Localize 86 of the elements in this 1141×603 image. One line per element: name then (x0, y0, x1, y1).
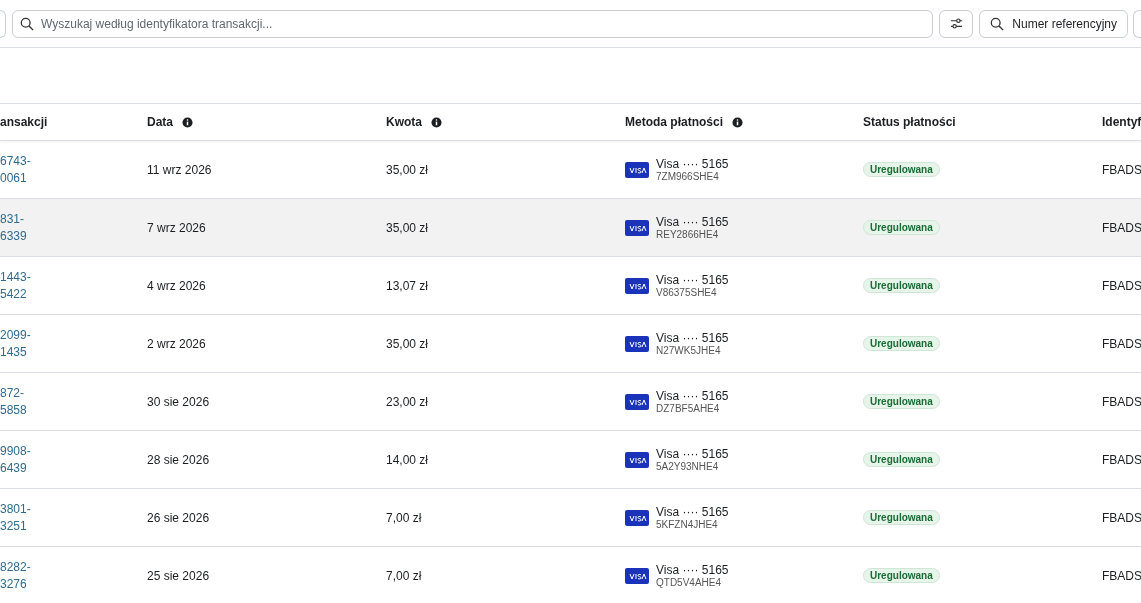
status-badge: Uregulowana (863, 394, 940, 409)
info-icon[interactable] (182, 116, 193, 128)
date-text: 7 wrz 2026 (147, 220, 206, 235)
transaction-link[interactable]: 1443- 5422 (0, 268, 31, 303)
reference-text: FBADS (1102, 568, 1141, 583)
reference-text: FBADS (1102, 220, 1141, 235)
card-reference: QTD5V4AHE4 (656, 576, 723, 589)
date-text: 11 wrz 2026 (147, 162, 212, 177)
card-name: Visa ···· 5165 (656, 330, 729, 345)
card-icon (625, 277, 649, 294)
card-name: Visa ···· 5165 (656, 504, 729, 519)
amount-text: 23,00 zł (386, 394, 429, 409)
amount-text: 14,00 zł (386, 452, 429, 467)
transaction-link[interactable]: 831- 6339 (0, 210, 27, 245)
search-field[interactable]: Wyszukaj według identyfikatora transakcji... (12, 9, 934, 38)
card-icon (625, 335, 649, 352)
reference-text: FBADS (1102, 452, 1141, 467)
transaction-link[interactable]: 872- 5858 (0, 384, 27, 419)
card-icon (625, 451, 649, 468)
transaction-link[interactable]: 9908- 6439 (0, 442, 31, 477)
reference-number-button[interactable]: Numer referencyjny (979, 9, 1128, 38)
column-header[interactable]: ansakcji (0, 115, 48, 129)
date-text: 26 sie 2026 (147, 510, 210, 525)
status-badge: Uregulowana (863, 336, 940, 351)
transaction-link[interactable]: 3801- 3251 (0, 500, 31, 535)
amount-text: 13,07 zł (386, 278, 429, 293)
card-icon (625, 567, 649, 584)
column-header[interactable]: Data (147, 115, 173, 129)
amount-text: 35,00 zł (386, 220, 429, 235)
column-header[interactable]: Metoda płatności (625, 115, 723, 129)
amount-text: 35,00 zł (386, 336, 429, 351)
reference-text: FBADS (1102, 162, 1141, 177)
column-header[interactable]: Status płatności (863, 115, 956, 129)
card-name: Visa ···· 5165 (656, 272, 729, 287)
card-icon (625, 509, 649, 526)
table-row[interactable]: 8282- 3276 25 sie 2026 7,00 zł Visa ···· 5165 QTD5V4AHE4 Uregulowana FBADS (0, 546, 1141, 603)
amount-text: 35,00 zł (386, 162, 429, 177)
status-badge: Uregulowana (863, 220, 940, 235)
card-name: Visa ···· 5165 (656, 446, 729, 461)
column-header[interactable]: Identyf (1102, 115, 1141, 129)
amount-text: 7,00 zł (386, 568, 422, 583)
date-text: 2 wrz 2026 (147, 336, 206, 351)
status-badge: Uregulowana (863, 162, 940, 177)
card-name: Visa ···· 5165 (656, 214, 729, 229)
date-text: 4 wrz 2026 (147, 278, 206, 293)
transaction-link[interactable]: 8282- 3276 (0, 558, 31, 593)
card-reference: N27WK5JHE4 (656, 344, 722, 357)
card-icon (625, 393, 649, 410)
column-header[interactable]: Kwota (386, 115, 422, 129)
transaction-link[interactable]: 2099- 1435 (0, 326, 31, 361)
card-reference: 5A2Y93NHE4 (656, 460, 720, 473)
date-text: 30 sie 2026 (147, 394, 210, 409)
card-name: Visa ···· 5165 (656, 388, 729, 403)
table-row[interactable]: 831- 6339 7 wrz 2026 35,00 zł Visa ···· 5165 REY2866HE4 Uregulowana FBADS (0, 198, 1141, 256)
reference-text: FBADS (1102, 394, 1141, 409)
search-icon (20, 16, 34, 31)
table-row[interactable]: 872- 5858 30 sie 2026 23,00 zł Visa ···· 5165 DZ7BF5AHE4 Uregulowana FBADS (0, 372, 1141, 430)
reference-text: FBADS (1102, 278, 1141, 293)
filter-button[interactable] (939, 9, 974, 38)
card-reference: 5KFZN4JHE4 (656, 518, 719, 531)
table-row[interactable]: 2099- 1435 2 wrz 2026 35,00 zł Visa ···· 5165 N27WK5JHE4 Uregulowana FBADS (0, 314, 1141, 372)
card-reference: V86375SHE4 (656, 286, 718, 299)
status-badge: Uregulowana (863, 510, 940, 525)
card-name: Visa ···· 5165 (656, 562, 729, 577)
table-row[interactable]: 3801- 3251 26 sie 2026 7,00 zł Visa ···· 5165 5KFZN4JHE4 Uregulowana FBADS (0, 488, 1141, 546)
status-badge: Uregulowana (863, 452, 940, 467)
transaction-link[interactable]: 6743- 0061 (0, 152, 31, 187)
info-icon[interactable] (431, 116, 442, 128)
card-reference: 7ZM966SHE4 (656, 170, 720, 183)
card-reference: DZ7BF5AHE4 (656, 402, 721, 415)
reference-text: FBADS (1102, 336, 1141, 351)
card-reference: REY2866HE4 (656, 228, 720, 241)
card-icon (625, 219, 649, 236)
status-badge: Uregulowana (863, 278, 940, 293)
date-text: 28 sie 2026 (147, 452, 210, 467)
card-icon (625, 161, 649, 178)
info-icon[interactable] (732, 116, 743, 128)
amount-text: 7,00 zł (386, 510, 422, 525)
reference-text: FBADS (1102, 510, 1141, 525)
card-name: Visa ···· 5165 (656, 156, 729, 171)
sliders-icon (948, 16, 964, 31)
search-icon (990, 16, 1005, 31)
date-text: 25 sie 2026 (147, 568, 210, 583)
status-badge: Uregulowana (863, 568, 940, 583)
table-row[interactable]: 1443- 5422 4 wrz 2026 13,07 zł Visa ···· 5165 V86375SHE4 Uregulowana FBADS (0, 256, 1141, 314)
table-row[interactable]: 9908- 6439 28 sie 2026 14,00 zł Visa ···· 5165 5A2Y93NHE4 Uregulowana FBADS (0, 430, 1141, 488)
